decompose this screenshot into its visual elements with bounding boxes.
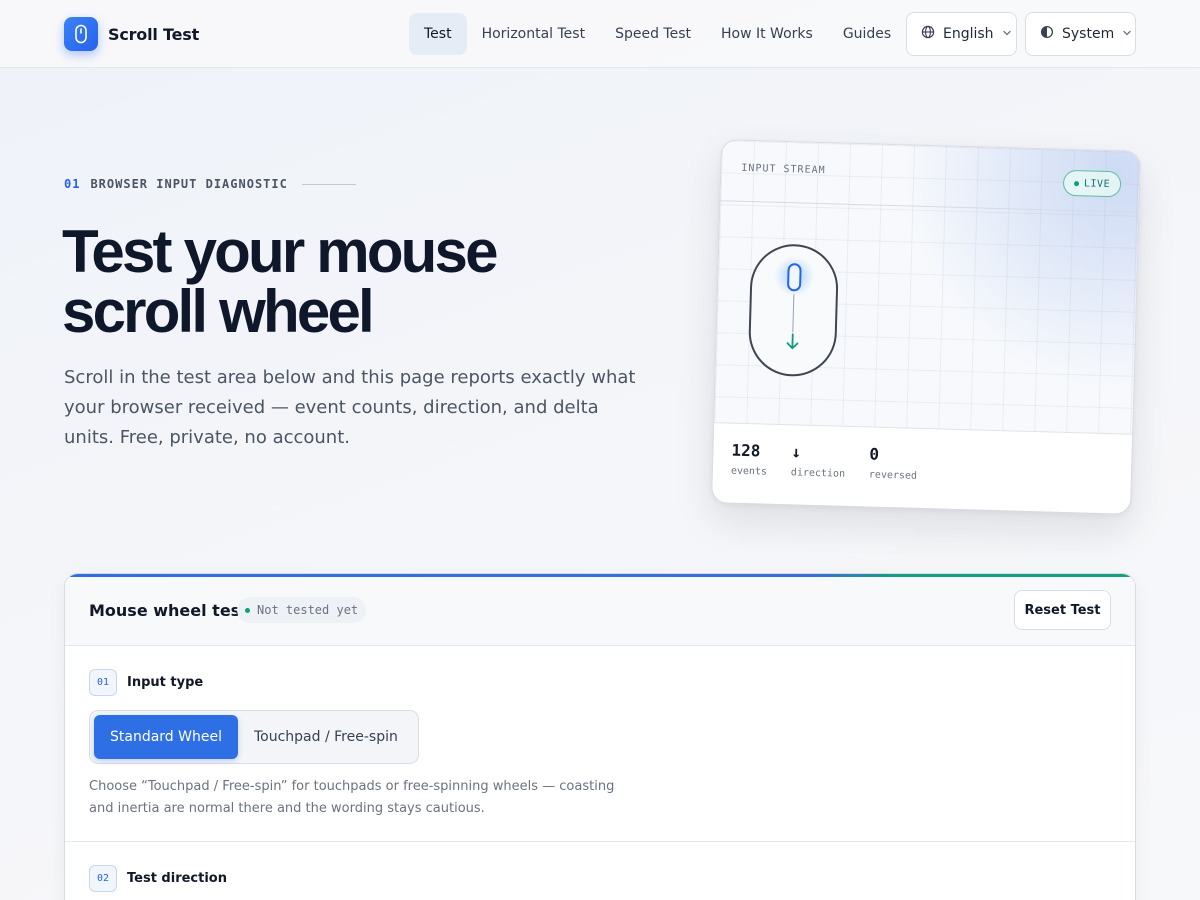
globe-icon [921, 25, 935, 43]
stat-direction: ↓ direction [791, 442, 846, 479]
mouse-wheel-test-panel: Mouse wheel test Not tested yet Reset Te… [64, 573, 1136, 900]
input-stream-card-wrapper: INPUT STREAM LIVE 128 events ↓ direction… [711, 139, 1141, 515]
step-label: Input type [127, 675, 204, 690]
status-badge: Not tested yet [237, 597, 367, 623]
stat-reversed: 0 reversed [869, 444, 918, 481]
waveform-bar [892, 288, 899, 353]
nav-link-how-it-works[interactable]: How It Works [706, 13, 828, 55]
waveform-bar [870, 306, 876, 333]
brand[interactable]: Scroll Test [64, 17, 199, 51]
chevron-down-icon [1002, 26, 1012, 42]
top-navbar: Scroll Test Test Horizontal Test Speed T… [0, 0, 1200, 68]
status-dot-icon [245, 607, 250, 613]
stat-events-label: events [730, 465, 768, 478]
live-dot-icon [1073, 180, 1080, 186]
chevron-down-icon [1122, 26, 1132, 42]
nav-link-guides[interactable]: Guides [828, 13, 906, 55]
nav-link-test[interactable]: Test [409, 13, 467, 55]
language-value: English [943, 26, 994, 42]
nav-link-horizontal-test[interactable]: Horizontal Test [467, 13, 601, 55]
reset-test-button[interactable]: Reset Test [1014, 590, 1111, 630]
waveform-bar [885, 279, 892, 360]
waveform-bar [878, 295, 884, 344]
nav-links: Test Horizontal Test Speed Test How It W… [409, 13, 906, 55]
section-divider [65, 841, 1135, 842]
stream-label: INPUT STREAM [741, 162, 826, 177]
waveform-bar [938, 300, 944, 343]
waveform-bar [907, 290, 914, 351]
section-test-direction: 02 Test direction [89, 865, 227, 892]
kicker-label: BROWSER INPUT DIAGNOSTIC [90, 177, 288, 191]
stat-reversed-label: reversed [868, 469, 918, 482]
stat-events-value: 128 [731, 440, 761, 461]
section-heading: 02 Test direction [89, 865, 227, 892]
theme-select[interactable]: System [1025, 12, 1136, 56]
waveform-bar [899, 274, 907, 367]
waveform-bar [930, 283, 937, 360]
mouse-illustration-icon [748, 244, 839, 377]
panel-title: Mouse wheel test [89, 601, 248, 620]
status-text: Not tested yet [257, 603, 359, 617]
input-stream-card: INPUT STREAM LIVE 128 events ↓ direction… [711, 139, 1141, 515]
live-badge-text: LIVE [1083, 177, 1111, 190]
stat-direction-value: ↓ [791, 442, 802, 462]
brand-name: Scroll Test [108, 24, 200, 44]
stat-events: 128 events [731, 441, 768, 478]
hero-subtitle: Scroll in the test area below and this p… [64, 367, 636, 448]
theme-value: System [1062, 26, 1115, 42]
nav-link-speed-test[interactable]: Speed Test [600, 13, 706, 55]
section-heading: 01 Input type [89, 669, 619, 696]
section-input-type: 01 Input type Standard Wheel Touchpad / … [89, 669, 619, 820]
waveform-bar [945, 286, 952, 357]
hero-title: Test your mouse scroll wheel [62, 222, 622, 342]
step-label: Test direction [127, 871, 227, 886]
stat-reversed-value: 0 [869, 444, 880, 464]
kicker-number: 01 [64, 177, 81, 191]
hero-title-line-2: scroll wheel [62, 278, 375, 345]
live-badge: LIVE [1062, 169, 1122, 198]
input-type-hint: Choose “Touchpad / Free-spin” for touchp… [89, 779, 615, 816]
kicker-divider [301, 183, 356, 185]
waveform-bar [915, 278, 922, 363]
hero-title-line-1: Test your mouse [62, 218, 498, 285]
waveform-bar [967, 291, 974, 354]
waveform-bar [922, 273, 929, 369]
step-number: 02 [89, 865, 117, 892]
panel-header: Mouse wheel test Not tested yet Reset Te… [65, 577, 1135, 646]
stat-direction-label: direction [790, 467, 846, 480]
language-select[interactable]: English [906, 12, 1017, 56]
contrast-icon [1040, 25, 1054, 43]
step-number: 01 [89, 669, 117, 696]
mouse-icon [64, 17, 98, 51]
waveform-bar [952, 292, 959, 351]
input-type-toggle: Standard Wheel Touchpad / Free-spin [89, 710, 419, 764]
hero-kicker: 01 BROWSER INPUT DIAGNOSTIC [64, 177, 356, 191]
option-standard-wheel[interactable]: Standard Wheel [94, 715, 238, 759]
option-touchpad-free-spin[interactable]: Touchpad / Free-spin [238, 715, 414, 759]
waveform-bar [959, 278, 967, 367]
scroll-waveform [870, 273, 974, 369]
